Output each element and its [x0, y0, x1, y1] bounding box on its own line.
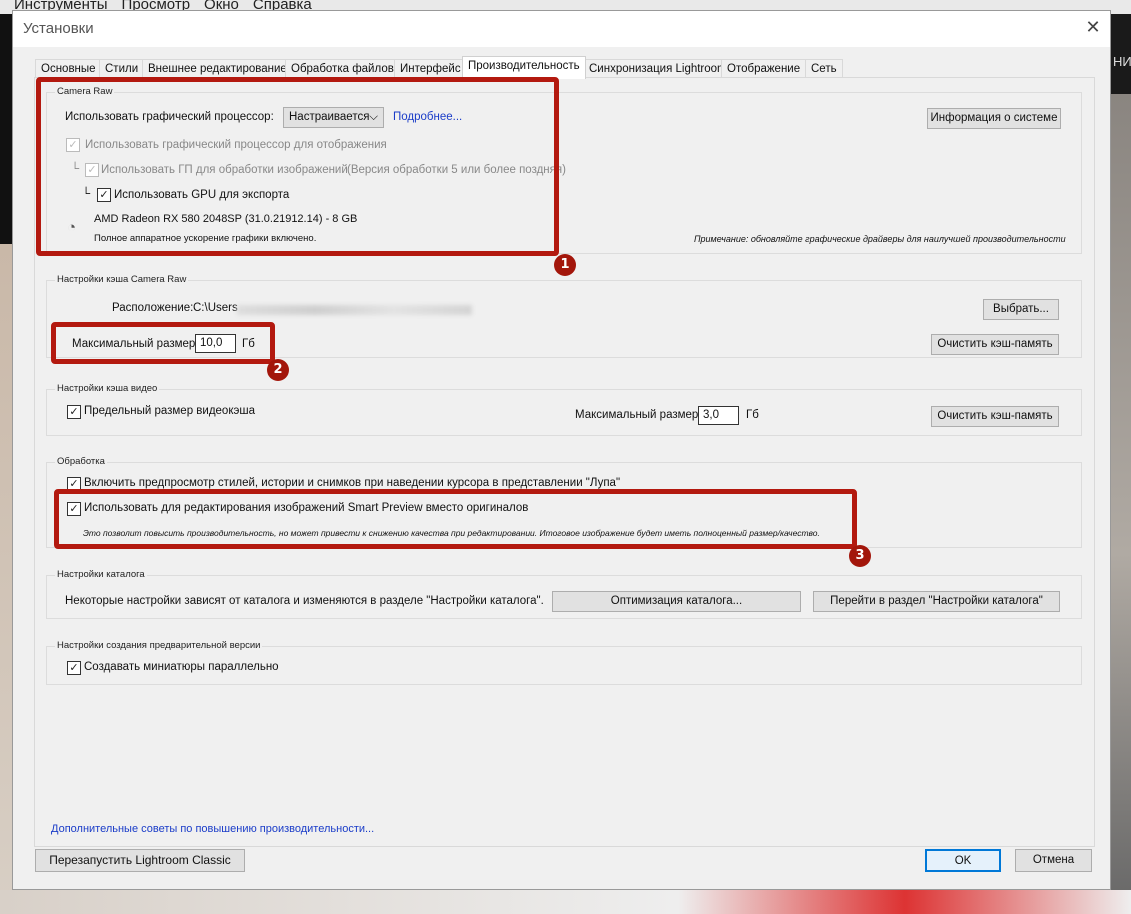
system-info-button[interactable]: Информация о системе: [927, 108, 1061, 129]
preview-generation-group: Настройки создания предварительной верси…: [46, 640, 1082, 685]
annotation-badge-3: 3: [849, 545, 871, 567]
group-label: Настройки каталога: [55, 569, 147, 580]
catalog-settings-button[interactable]: Перейти в раздел "Настройки каталога": [813, 591, 1060, 612]
clear-video-cache-button[interactable]: Очистить кэш-память: [931, 406, 1059, 427]
restart-lightroom-button[interactable]: Перезапустить Lightroom Classic: [35, 849, 245, 872]
tab-general[interactable]: Основные: [35, 59, 102, 78]
group-label: Обработка: [55, 456, 107, 467]
cache-location-label: Расположение:: [112, 302, 194, 314]
blurred-path: [237, 305, 472, 315]
tab-external-editing[interactable]: Внешнее редактирование: [142, 59, 293, 78]
background-text: НИ: [1113, 54, 1131, 69]
video-max-size-input[interactable]: 3,0: [698, 406, 739, 425]
tab-lightroom-sync[interactable]: Синхронизация Lightroom: [583, 59, 733, 78]
video-max-size-label: Максимальный размер:: [575, 409, 702, 421]
cache-location-value: C:\Users: [193, 302, 238, 314]
tab-presets[interactable]: Стили: [99, 59, 145, 78]
ok-button[interactable]: OK: [925, 849, 1001, 872]
close-icon[interactable]: ✕: [1081, 17, 1105, 38]
group-label: Настройки создания предварительной верси…: [55, 640, 263, 651]
annotation-box-2: [51, 322, 275, 364]
dialog-title: Установки: [23, 20, 94, 37]
optimize-catalog-button[interactable]: Оптимизация каталога...: [552, 591, 801, 612]
annotation-badge-2: 2: [267, 359, 289, 381]
video-cache-limit-checkbox[interactable]: ✓: [67, 405, 81, 419]
parallel-thumbnails-checkbox[interactable]: ✓: [67, 661, 81, 675]
annotation-badge-1: 1: [554, 254, 576, 276]
group-label: Настройки кэша Camera Raw: [55, 274, 189, 285]
annotation-box-3: [54, 489, 857, 549]
title-bar: [13, 11, 1110, 47]
performance-tips-link[interactable]: Дополнительные советы по повышению произ…: [51, 823, 374, 835]
tab-interface[interactable]: Интерфейс: [394, 59, 467, 78]
tab-network[interactable]: Сеть: [805, 59, 843, 78]
catalog-group: Настройки каталога Некоторые настройки з…: [46, 569, 1082, 619]
video-cache-unit: Гб: [746, 409, 759, 421]
video-cache-limit-label: Предельный размер видеокэша: [84, 405, 255, 417]
tab-file-handling[interactable]: Обработка файлов: [285, 59, 400, 78]
tab-performance[interactable]: Производительность: [462, 56, 586, 79]
background-app-right: НИ: [1111, 14, 1131, 914]
driver-note: Примечание: обновляйте графические драйв…: [694, 234, 1066, 244]
catalog-text: Некоторые настройки зависят от каталога …: [65, 595, 544, 607]
background-app-bottom: [0, 890, 1131, 914]
preview-styles-label: Включить предпросмотр стилей, истории и …: [84, 477, 621, 489]
parallel-thumbnails-label: Создавать миниатюры параллельно: [84, 661, 279, 673]
tab-display[interactable]: Отображение: [721, 59, 807, 78]
annotation-box-1: [36, 77, 559, 256]
video-cache-group: Настройки кэша видео ✓ Предельный размер…: [46, 383, 1082, 436]
group-label: Настройки кэша видео: [55, 383, 160, 394]
cancel-button[interactable]: Отмена: [1015, 849, 1092, 872]
clear-cache-button[interactable]: Очистить кэш-память: [931, 334, 1059, 355]
choose-location-button[interactable]: Выбрать...: [983, 299, 1059, 320]
